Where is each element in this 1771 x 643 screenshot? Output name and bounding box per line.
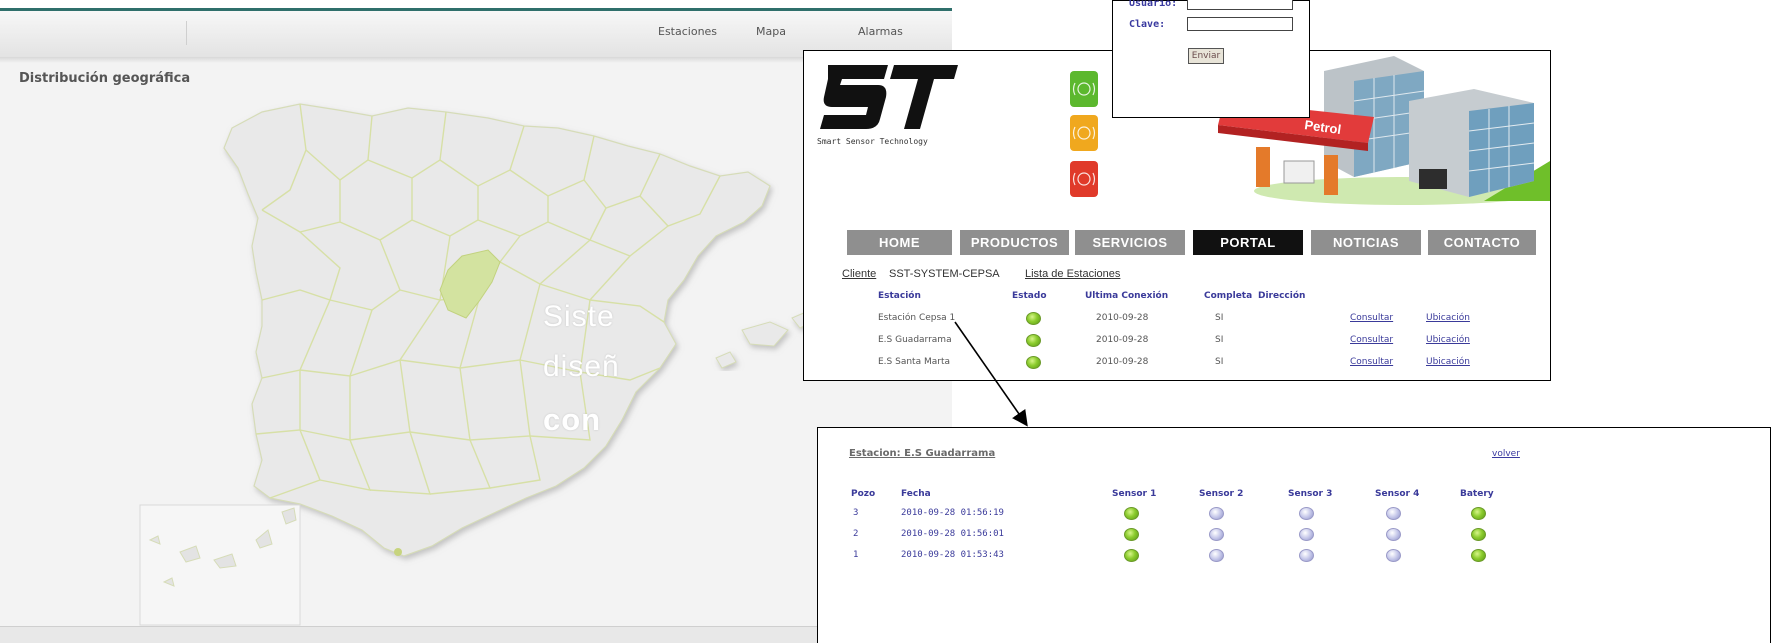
pozo-number: 3	[853, 508, 859, 518]
menu-item-contacto[interactable]: CONTACTO	[1428, 230, 1536, 255]
station-detail-window: Estacion: E.S Guadarrama volver Pozo Fec…	[817, 427, 1771, 643]
complete-flag: SI	[1215, 335, 1224, 345]
reading-date: 2010-09-28 01:56:01	[901, 529, 1004, 539]
station-name: Estación Cepsa 1	[878, 313, 956, 323]
balearic-islands	[715, 311, 813, 369]
last-connection: 2010-09-28	[1096, 335, 1149, 345]
sensor-2-idle-icon	[1209, 549, 1224, 562]
sensor-3-idle-icon	[1299, 528, 1314, 541]
station-detail-title[interactable]: Estacion: E.S Guadarrama	[849, 448, 995, 459]
menu-item-noticias[interactable]: NOTICIAS	[1311, 230, 1421, 255]
battery-ok-icon	[1471, 528, 1486, 541]
top-accent-rule	[0, 0, 952, 11]
nav-item-alarmas[interactable]: Alarmas	[858, 25, 903, 38]
sensor-4-idle-icon	[1386, 507, 1401, 520]
col-header-direccion: Dirección	[1258, 291, 1306, 301]
col-header-fecha: Fecha	[901, 489, 931, 499]
password-input[interactable]	[1187, 17, 1293, 31]
col-header-ultima-conexion: Ultima Conexión	[1085, 291, 1169, 301]
col-header-sensor-4: Sensor 4	[1375, 489, 1420, 499]
menu-item-productos[interactable]: PRODUCTOS	[960, 230, 1069, 255]
station-name: E.S Guadarrama	[878, 335, 952, 345]
menu-item-home[interactable]: HOME	[847, 230, 952, 255]
sensor-1-ok-icon	[1124, 507, 1139, 520]
sensor-1-ok-icon	[1124, 549, 1139, 562]
status-ok-icon	[1026, 334, 1041, 347]
client-name: SST-SYSTEM-CEPSA	[889, 268, 1000, 280]
complete-flag: SI	[1215, 357, 1224, 367]
sensor-1-ok-icon	[1124, 528, 1139, 541]
sensor-2-idle-icon	[1209, 528, 1224, 541]
station-name: E.S Santa Marta	[878, 357, 950, 367]
status-ok-icon	[1026, 312, 1041, 325]
username-input[interactable]	[1187, 0, 1293, 10]
username-label: Usuario:	[1129, 0, 1178, 9]
st-logo	[820, 65, 958, 129]
menu-item-servicios[interactable]: SERVICIOS	[1075, 230, 1185, 255]
overlay-caption-line-2: diseñ	[543, 350, 620, 383]
last-connection: 2010-09-28	[1096, 357, 1149, 367]
consult-link[interactable]: Consultar	[1350, 335, 1393, 345]
bottom-status-bar	[0, 626, 952, 643]
location-link[interactable]: Ubicación	[1426, 357, 1470, 367]
password-label: Clave:	[1129, 19, 1166, 30]
complete-flag: SI	[1215, 313, 1224, 323]
section-title: Distribución geográfica	[19, 71, 191, 86]
mainland-spain-shape	[223, 103, 771, 557]
location-link[interactable]: Ubicación	[1426, 313, 1470, 323]
sensor-3-idle-icon	[1299, 507, 1314, 520]
back-link[interactable]: volver	[1492, 449, 1520, 459]
canary-islands-inset	[139, 504, 301, 626]
logo-subtitle: Smart Sensor Technology	[817, 137, 928, 146]
stations-list-link[interactable]: Lista de Estaciones	[1025, 268, 1120, 280]
overlay-caption-line-3: con	[543, 402, 602, 437]
client-link[interactable]: Cliente	[842, 268, 876, 280]
nav-item-mapa[interactable]: Mapa	[756, 25, 786, 38]
col-header-batery: Batery	[1460, 489, 1494, 499]
alarm-bell-icons	[1072, 82, 1096, 186]
reading-date: 2010-09-28 01:53:43	[901, 550, 1004, 560]
login-panel: Usuario: Clave: Enviar	[1112, 0, 1310, 118]
overlay-caption-line-1: Siste	[543, 300, 615, 333]
consult-link[interactable]: Consultar	[1350, 313, 1393, 323]
location-link[interactable]: Ubicación	[1426, 335, 1470, 345]
sensor-4-idle-icon	[1386, 549, 1401, 562]
sensor-3-idle-icon	[1299, 549, 1314, 562]
pozo-number: 2	[853, 529, 859, 539]
col-header-sensor-1: Sensor 1	[1112, 489, 1157, 499]
nav-divider	[186, 21, 187, 45]
battery-ok-icon	[1471, 507, 1486, 520]
col-header-estacion: Estación	[878, 291, 921, 301]
col-header-completa: Completa	[1204, 291, 1253, 301]
battery-ok-icon	[1471, 549, 1486, 562]
menu-item-portal[interactable]: PORTAL	[1193, 230, 1303, 255]
sensor-4-idle-icon	[1386, 528, 1401, 541]
col-header-pozo: Pozo	[851, 489, 876, 499]
status-ok-icon	[1026, 356, 1041, 369]
col-header-sensor-3: Sensor 3	[1288, 489, 1333, 499]
consult-link[interactable]: Consultar	[1350, 357, 1393, 367]
ceuta-marker	[394, 548, 402, 556]
col-header-sensor-2: Sensor 2	[1199, 489, 1244, 499]
submit-button[interactable]: Enviar	[1188, 48, 1224, 64]
nav-item-estaciones[interactable]: Estaciones	[658, 25, 717, 38]
pozo-number: 1	[853, 550, 859, 560]
col-header-estado: Estado	[1012, 291, 1047, 301]
sensor-2-idle-icon	[1209, 507, 1224, 520]
last-connection: 2010-09-28	[1096, 313, 1149, 323]
reading-date: 2010-09-28 01:56:19	[901, 508, 1004, 518]
